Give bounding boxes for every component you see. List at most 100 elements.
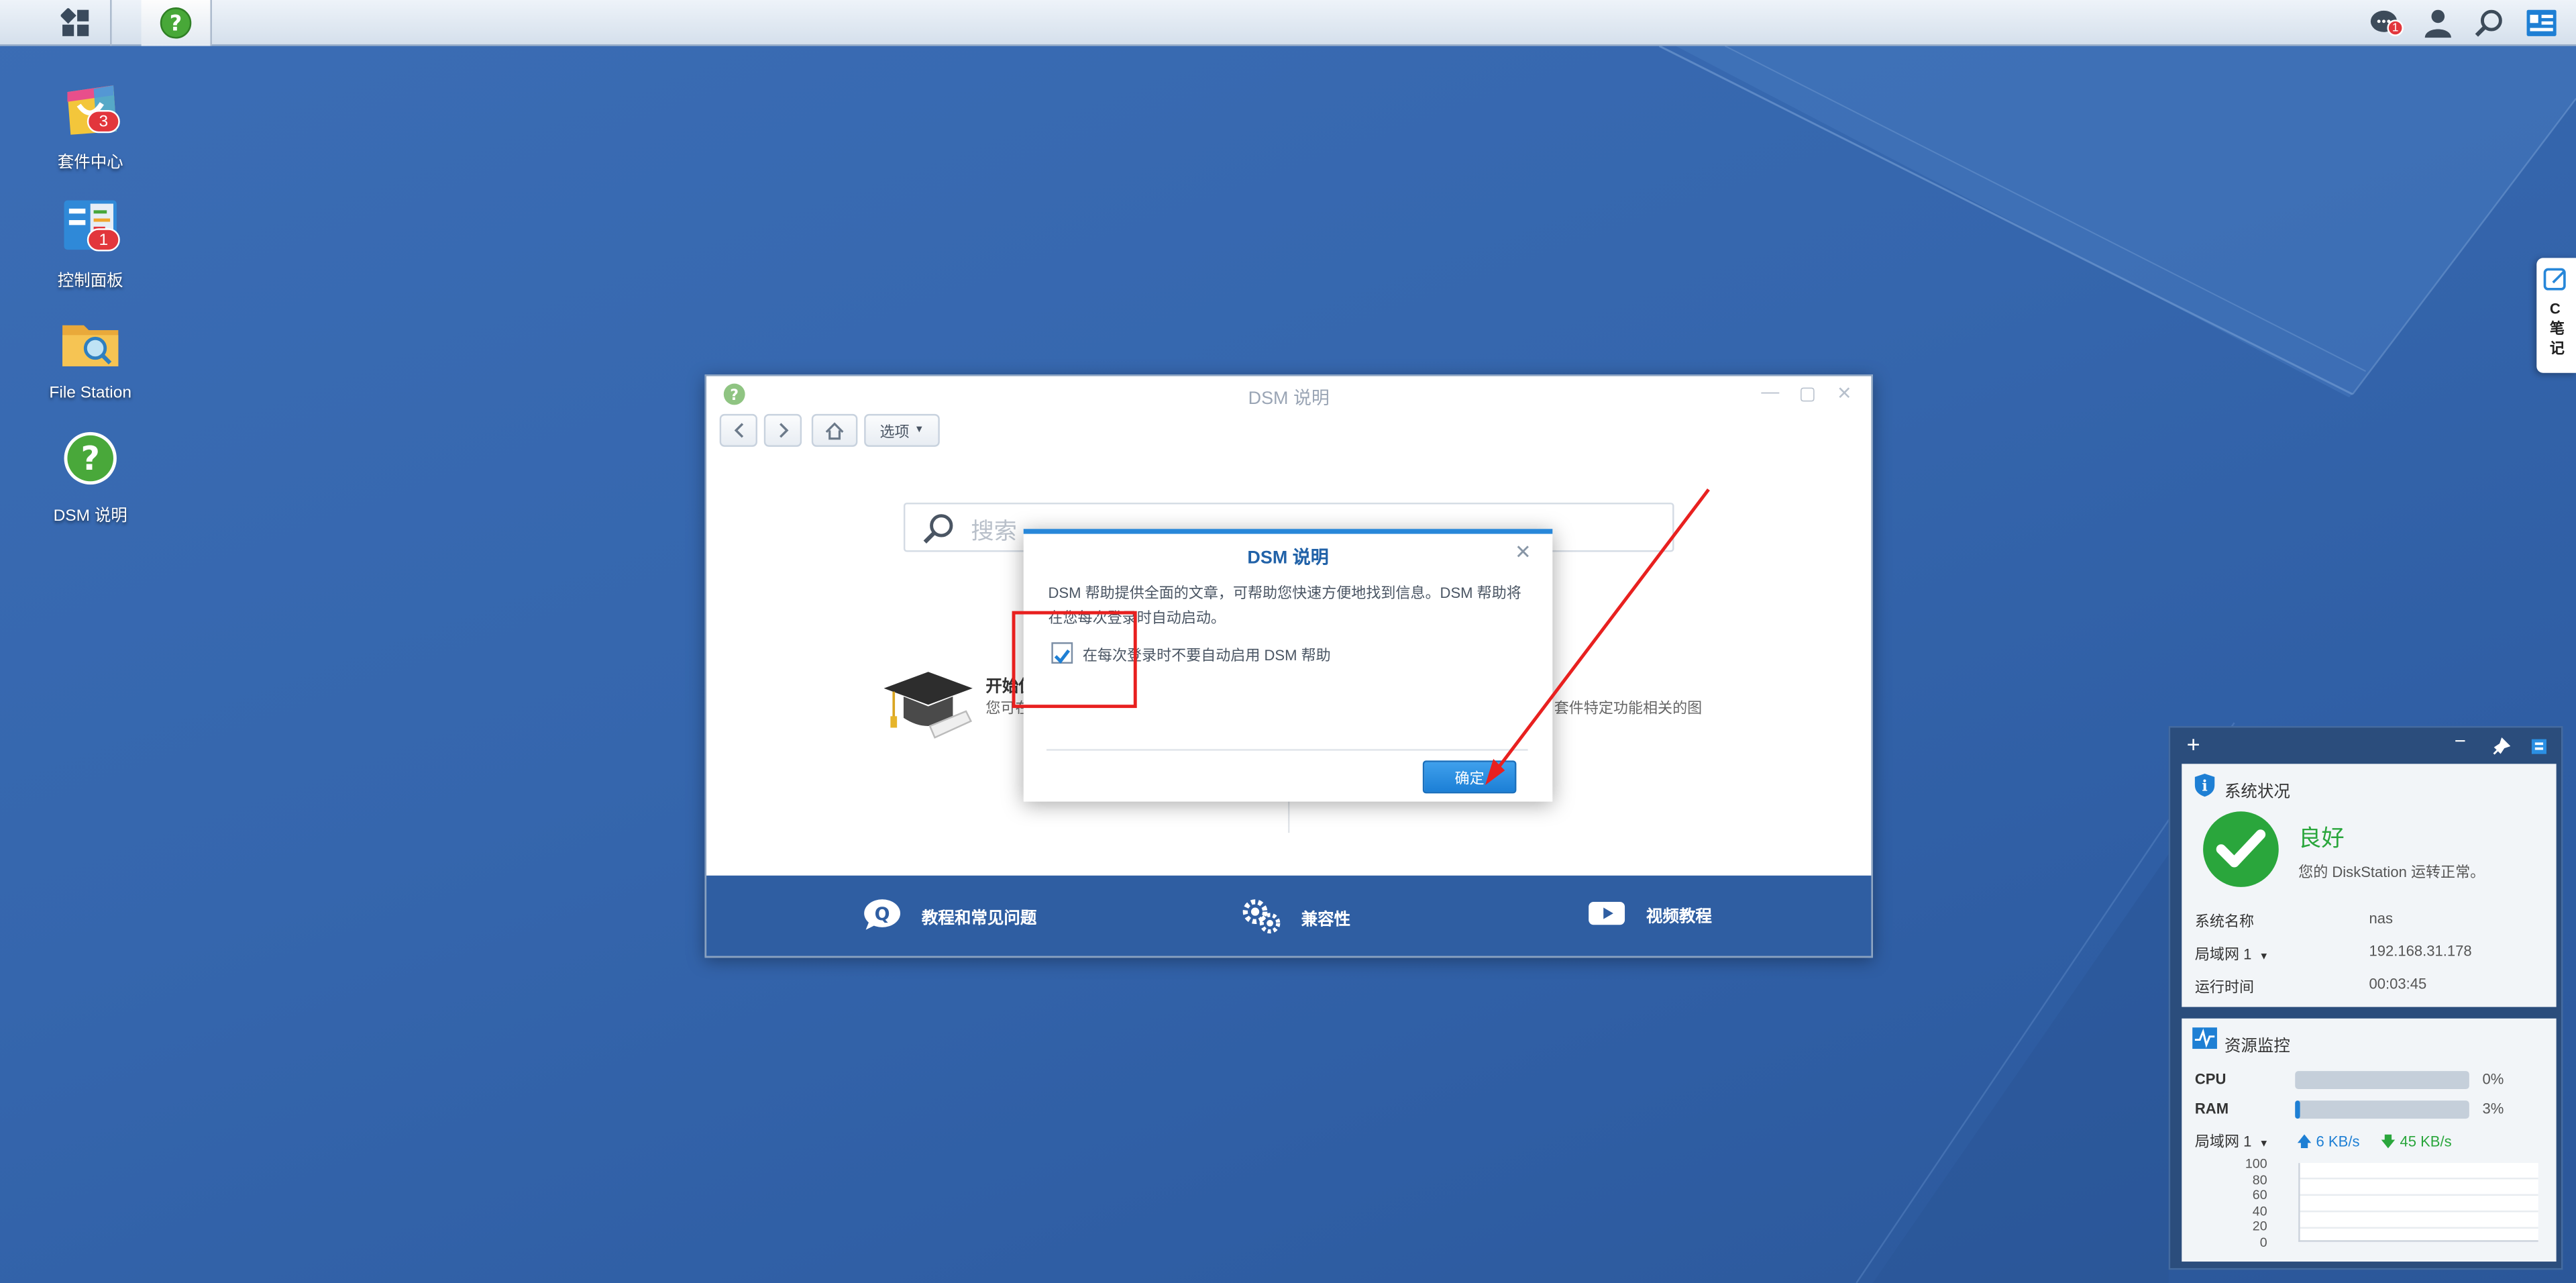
user-button[interactable] <box>2414 0 2463 46</box>
video-tutorial-label: 视频教程 <box>1646 907 1712 926</box>
minimize-icon[interactable]: — <box>1761 382 1779 402</box>
uptime-value: 00:03:45 <box>2369 976 2427 992</box>
main-menu-icon <box>60 8 89 36</box>
y-tick-label: 60 <box>2252 1188 2267 1203</box>
arrow-up-icon: 🡅 <box>2296 1133 2312 1150</box>
desktop-icon-file-station[interactable]: File Station <box>25 312 156 403</box>
chevron-down-icon: ▼ <box>2259 1139 2269 1150</box>
monitor-pulse-icon <box>2192 1027 2217 1049</box>
folder-search-icon <box>62 325 119 366</box>
ok-button[interactable]: 确定 <box>1422 760 1517 794</box>
info-shield-icon: i <box>2194 774 2215 797</box>
upload-value: 6 KB/s <box>2316 1133 2360 1150</box>
svg-text:?: ? <box>80 440 99 478</box>
desktop-icon-label: 套件中心 <box>57 154 123 173</box>
chevron-down-icon: ▼ <box>2259 952 2269 963</box>
help-icon: ? <box>160 7 192 39</box>
notifications-button[interactable]: 1 <box>2363 0 2412 46</box>
upload-rate: 🡅 6 KB/s <box>2297 1130 2360 1156</box>
desktop-icon-label: 控制面板 <box>57 272 123 291</box>
help-icon: ? <box>64 431 117 485</box>
video-tutorial-link[interactable]: 视频教程 <box>1587 899 1712 928</box>
graduation-cap-icon <box>883 672 973 739</box>
lan-label: 局域网 1 <box>2194 946 2252 963</box>
annotation-highlight-box <box>1012 611 1137 709</box>
desktop-icon-dsm-help[interactable]: ? DSM 说明 <box>25 429 156 525</box>
options-dropdown[interactable]: 选项 ▼ <box>864 413 940 447</box>
network-chart <box>2298 1163 2538 1242</box>
widget-settings-icon[interactable] <box>2530 737 2548 756</box>
chevron-down-icon: ▼ <box>914 425 924 435</box>
cpu-value: 0% <box>2482 1071 2504 1088</box>
close-icon[interactable]: ✕ <box>1515 540 1532 563</box>
note-icon <box>2543 268 2566 291</box>
faq-label: 教程和常见问题 <box>921 909 1037 927</box>
window-title: DSM 说明 <box>1248 389 1330 409</box>
cpu-label: CPU <box>2194 1071 2226 1088</box>
widgets-icon <box>2526 9 2557 36</box>
minimize-icon[interactable]: − <box>2455 729 2466 752</box>
desktop-icon-label: DSM 说明 <box>53 507 127 526</box>
uptime-label: 运行时间 <box>2194 979 2255 996</box>
home-button[interactable] <box>811 413 858 447</box>
taskbar: ? 1 <box>0 0 2576 46</box>
help-footer: Q 教程和常见问题 兼容性 视频教程 <box>706 875 1872 956</box>
taskbar-dsm-help-button[interactable]: ? <box>141 0 212 46</box>
search-button[interactable] <box>2464 0 2513 46</box>
lan-selector[interactable]: 局域网 1 ▼ <box>2195 943 2269 964</box>
ram-label: RAM <box>2194 1100 2229 1117</box>
lan-selector[interactable]: 局域网 1 ▼ <box>2195 1130 2269 1151</box>
main-menu-button[interactable] <box>41 0 112 46</box>
add-widget-icon[interactable]: + <box>2187 731 2200 757</box>
dialog-divider <box>1046 749 1528 751</box>
lan-ip-value: 192.168.31.178 <box>2369 943 2472 960</box>
ram-usage-bar <box>2295 1100 2469 1119</box>
desktop-icon-control-panel[interactable]: 1 控制面板 <box>25 194 156 291</box>
svg-text:Q: Q <box>875 904 890 925</box>
forward-button[interactable] <box>763 413 802 447</box>
y-tick-label: 20 <box>2252 1219 2267 1235</box>
search-icon <box>923 514 953 544</box>
svg-text:i: i <box>2202 778 2207 795</box>
desktop-icon-package-center[interactable]: 3 套件中心 <box>25 76 156 172</box>
pin-icon[interactable] <box>2492 737 2511 756</box>
desktop: ? 1 3 套件中心 1 控制面板 File Station ? DSM 说明 … <box>0 0 2576 1283</box>
y-tick-label: 40 <box>2252 1203 2267 1219</box>
system-status-panel: i 系统状况 良好 您的 DiskStation 运转正常。 系统名称 nas … <box>2182 764 2557 1007</box>
svg-text:?: ? <box>170 10 182 36</box>
side-note-tab[interactable]: C 笔 记 <box>2536 258 2576 373</box>
y-tick-label: 100 <box>2245 1156 2267 1172</box>
network-chart-y-axis: 100 80 60 40 20 0 <box>2238 1156 2267 1251</box>
download-rate: 🡇 45 KB/s <box>2381 1130 2452 1156</box>
ram-value: 3% <box>2482 1100 2504 1117</box>
arrow-down-icon: 🡇 <box>2380 1133 2396 1150</box>
compatibility-link[interactable]: 兼容性 <box>1242 899 1350 935</box>
side-tab-char: 记 <box>2549 340 2565 357</box>
gears-icon <box>1242 899 1281 934</box>
search-placeholder: 搜索 <box>971 517 1017 544</box>
close-icon[interactable]: ✕ <box>1837 382 1852 404</box>
resource-monitor-panel: 资源监控 CPU 0% RAM 3% 局域网 1 ▼ 🡅 6 KB/s 🡇 45… <box>2182 1018 2557 1262</box>
back-button[interactable] <box>719 413 757 447</box>
dialog-title: DSM 说明 <box>1247 548 1329 569</box>
faq-link[interactable]: Q 教程和常见问题 <box>863 899 1037 931</box>
maximize-icon[interactable]: ▢ <box>1799 382 1816 404</box>
apps-desc: 套件特定功能相关的图 <box>1554 699 1703 717</box>
download-value: 45 KB/s <box>2400 1133 2452 1150</box>
widgets-toggle-button[interactable] <box>2517 0 2566 46</box>
package-center-badge: 3 <box>87 110 120 134</box>
desktop-icon-label: File Station <box>49 384 131 403</box>
chevron-right-icon <box>778 423 788 438</box>
chevron-left-icon <box>733 423 743 438</box>
y-tick-label: 80 <box>2252 1172 2267 1187</box>
side-tab-char: C <box>2549 300 2561 317</box>
play-video-icon <box>1589 901 1625 925</box>
y-tick-label: 0 <box>2259 1235 2267 1250</box>
check-circle-icon <box>2203 811 2279 887</box>
widget-panel: + − i 系统状况 良好 您的 DiskStation 运转正常。 系统名称 … <box>2168 726 2563 1270</box>
notification-count-badge: 1 <box>2387 19 2404 36</box>
home-icon <box>825 421 844 439</box>
system-status-title: 系统状况 <box>2224 783 2290 802</box>
search-icon <box>2475 9 2502 37</box>
compatibility-label: 兼容性 <box>1301 911 1351 929</box>
